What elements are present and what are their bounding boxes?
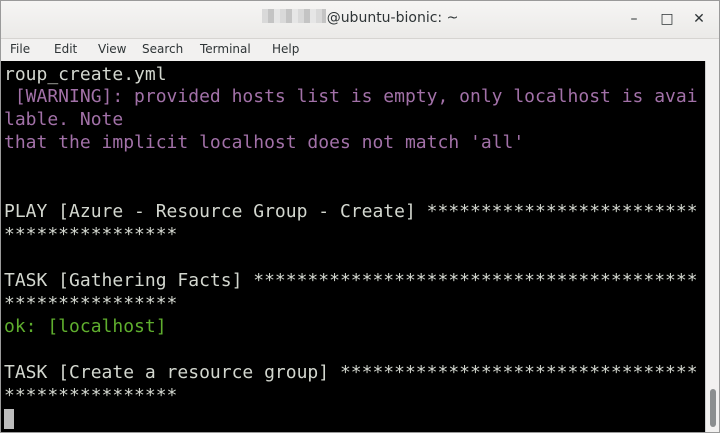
terminal-line-ok: ok: [localhost] [4, 316, 167, 337]
terminal-line: roup_create.yml [4, 64, 167, 85]
menu-file[interactable]: File [10, 42, 30, 56]
menu-edit[interactable]: Edit [54, 42, 77, 56]
terminal-line-warning: [WARNING]: provided hosts list is empty,… [4, 86, 698, 107]
scrollbar[interactable] [705, 61, 719, 432]
menu-help[interactable]: Help [272, 42, 299, 56]
window-title: @ubuntu-bionic: ~ [1, 9, 719, 26]
terminal-cursor [4, 409, 14, 429]
terminal-line: **************** [4, 293, 178, 314]
window-title-text: @ubuntu-bionic: ~ [326, 10, 459, 26]
title-bar[interactable]: @ubuntu-bionic: ~ – □ ✕ [1, 1, 719, 39]
terminal-line-warning: lable. Note [4, 109, 124, 130]
minimize-icon[interactable]: – [625, 10, 643, 28]
scrollbar-thumb[interactable] [710, 389, 716, 427]
menu-view[interactable]: View [98, 42, 126, 56]
menu-terminal[interactable]: Terminal [200, 42, 251, 56]
terminal-line-task: TASK [Gathering Facts] *****************… [4, 270, 698, 291]
menu-search[interactable]: Search [142, 42, 183, 56]
terminal-line: **************** [4, 224, 178, 245]
menu-bar: File Edit View Search Terminal Help [1, 39, 719, 61]
terminal-line: **************** [4, 385, 178, 406]
redacted-username [261, 9, 326, 23]
terminal-window: @ubuntu-bionic: ~ – □ ✕ File Edit View S… [0, 0, 720, 433]
terminal-output[interactable]: roup_create.yml [WARNING]: provided host… [1, 61, 705, 432]
terminal-line-task: TASK [Create a resource group] *********… [4, 362, 698, 383]
terminal-line-play: PLAY [Azure - Resource Group - Create] *… [4, 201, 698, 222]
maximize-icon[interactable]: □ [658, 10, 676, 28]
terminal-line-warning: that the implicit localhost does not mat… [4, 132, 525, 153]
close-icon[interactable]: ✕ [690, 10, 708, 28]
